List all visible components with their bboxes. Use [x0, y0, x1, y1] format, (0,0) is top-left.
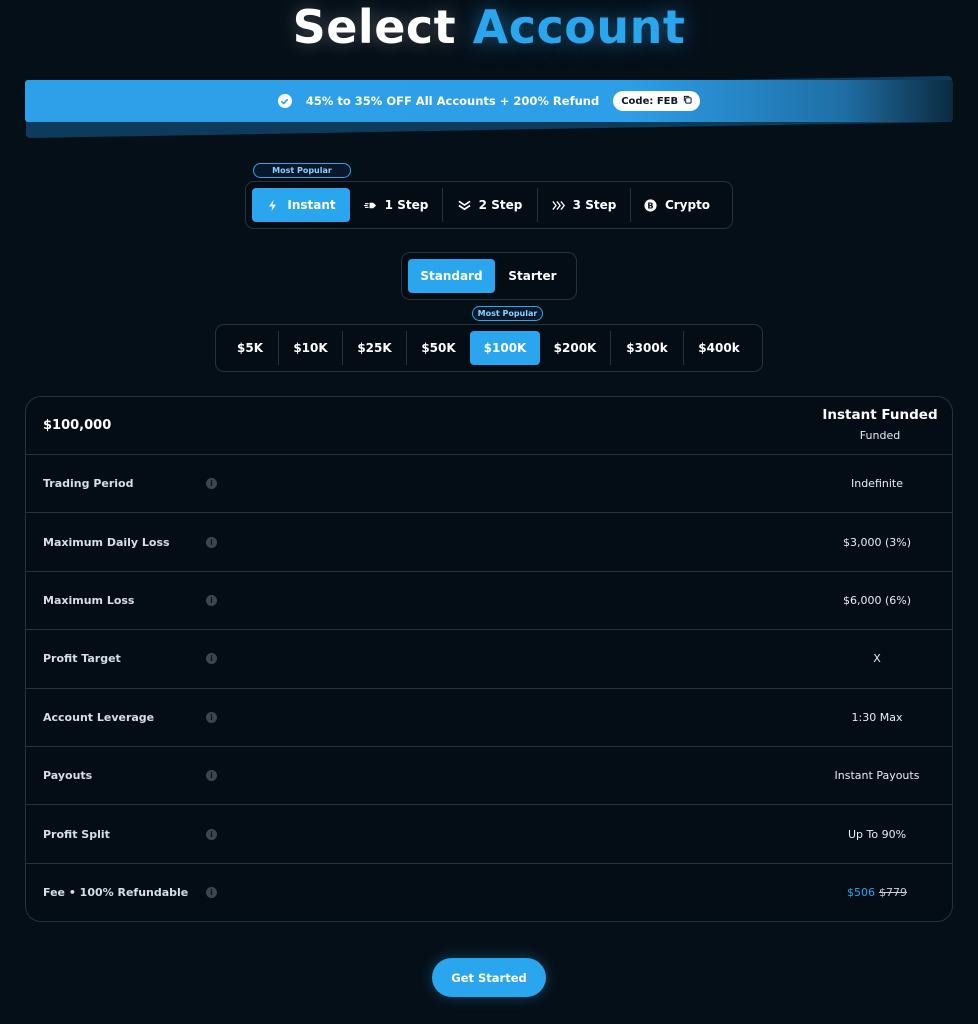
row-value: 1:30 Max [851, 710, 903, 724]
info-icon[interactable]: i [206, 594, 217, 606]
table-row: Profit Target i X [26, 630, 952, 689]
plan-subtitle: Funded [859, 429, 901, 442]
row-value: Up To 90% [847, 827, 907, 841]
info-icon[interactable]: i [206, 653, 217, 665]
info-icon[interactable]: i [206, 828, 217, 840]
page-title-part2: Account [472, 0, 686, 54]
bitcoin-icon: B [644, 198, 657, 212]
size-5k[interactable]: $5K [222, 331, 278, 365]
get-started-button[interactable]: Get Started [432, 958, 546, 997]
table-row: Fee • 100% Refundable i $506 $779 [26, 864, 952, 921]
price-original: $779 [879, 886, 907, 900]
row-value: $6,000 (6%) [842, 593, 912, 607]
tab-2-step-label: 2 Step [478, 198, 523, 212]
copy-icon [683, 95, 692, 107]
promo-code-label: Code: FEB [621, 95, 679, 107]
table-header-row: $100,000 Instant Funded Funded [26, 397, 952, 455]
account-size-selector: $5K $10K $25K $50K $100K $200K $300k $40… [215, 324, 763, 372]
tab-standard-label: Standard [420, 269, 483, 283]
page-title-part1: Select [292, 0, 457, 54]
dash-arrow-icon [363, 199, 377, 212]
promo-text: 45% to 35% OFF All Accounts + 200% Refun… [305, 94, 600, 108]
tab-2-step[interactable]: 2 Step [443, 188, 537, 222]
table-row: Trading Period i Indefinite [26, 455, 952, 514]
tab-starter[interactable]: Starter [495, 259, 570, 293]
table-row: Maximum Loss i $6,000 (6%) [26, 572, 952, 631]
plan-column-header: Instant Funded Funded [820, 407, 940, 442]
size-200k[interactable]: $200K [540, 331, 610, 365]
info-icon[interactable]: i [206, 711, 217, 723]
size-25k[interactable]: $25K [343, 331, 406, 365]
row-label: Profit Target [43, 652, 121, 666]
tab-crypto[interactable]: B Crypto [631, 188, 723, 222]
tab-starter-label: Starter [508, 269, 557, 283]
most-popular-badge-type: Most Popular [253, 163, 351, 178]
most-popular-badge-size: Most Popular [472, 306, 543, 321]
bolt-icon [266, 199, 279, 212]
row-value: Instant Payouts [834, 769, 920, 783]
account-amount: $100,000 [43, 418, 112, 433]
tab-3-step[interactable]: 3 Step [538, 188, 630, 222]
info-icon[interactable]: i [206, 770, 217, 782]
svg-text:B: B [647, 200, 653, 210]
table-row: Account Leverage i 1:30 Max [26, 689, 952, 747]
table-row: Maximum Daily Loss i $3,000 (3%) [26, 513, 952, 572]
double-chevron-down-icon [458, 199, 471, 212]
table-row: Profit Split i Up To 90% [26, 805, 952, 864]
page-title: Select Account [0, 0, 978, 58]
price-discounted: $506 [847, 886, 875, 900]
badge-check-icon [277, 94, 292, 108]
tab-standard[interactable]: Standard [408, 259, 495, 293]
triple-chevron-right-icon [551, 199, 565, 212]
tab-3-step-label: 3 Step [572, 198, 617, 212]
row-value: $3,000 (3%) [842, 535, 912, 549]
size-100k[interactable]: $100K [470, 331, 540, 365]
account-type-selector: Instant 1 Step 2 Step 3 Step B Crypto [245, 181, 733, 229]
tab-crypto-label: Crypto [664, 198, 711, 212]
row-label: Maximum Daily Loss [43, 535, 170, 549]
size-10k[interactable]: $10K [279, 331, 342, 365]
row-label: Trading Period [43, 477, 134, 491]
info-icon[interactable]: i [206, 887, 217, 899]
tab-1-step[interactable]: 1 Step [350, 188, 442, 222]
plan-name: Instant Funded [822, 407, 938, 423]
row-value: Indefinite [850, 477, 903, 491]
row-label: Maximum Loss [43, 593, 135, 607]
fee-value: $506 $779 [822, 886, 932, 899]
info-icon[interactable]: i [206, 478, 217, 490]
tab-1-step-label: 1 Step [384, 198, 429, 212]
size-400k[interactable]: $400k [684, 331, 754, 365]
row-label: Account Leverage [43, 710, 155, 724]
plan-variant-selector: Standard Starter [401, 252, 577, 300]
row-value: X [873, 652, 881, 666]
table-row: Payouts i Instant Payouts [26, 747, 952, 806]
info-icon[interactable]: i [206, 536, 217, 548]
row-label: Payouts [43, 769, 93, 783]
size-300k[interactable]: $300k [611, 331, 683, 365]
size-50k[interactable]: $50K [407, 331, 470, 365]
row-label: Fee • 100% Refundable [43, 886, 189, 900]
promo-banner: 45% to 35% OFF All Accounts + 200% Refun… [25, 80, 953, 122]
promo-code-button[interactable]: Code: FEB [613, 91, 701, 111]
tab-instant[interactable]: Instant [252, 188, 350, 222]
tab-instant-label: Instant [287, 198, 336, 212]
account-details-table: $100,000 Instant Funded Funded Trading P… [25, 396, 953, 922]
row-label: Profit Split [43, 827, 110, 841]
